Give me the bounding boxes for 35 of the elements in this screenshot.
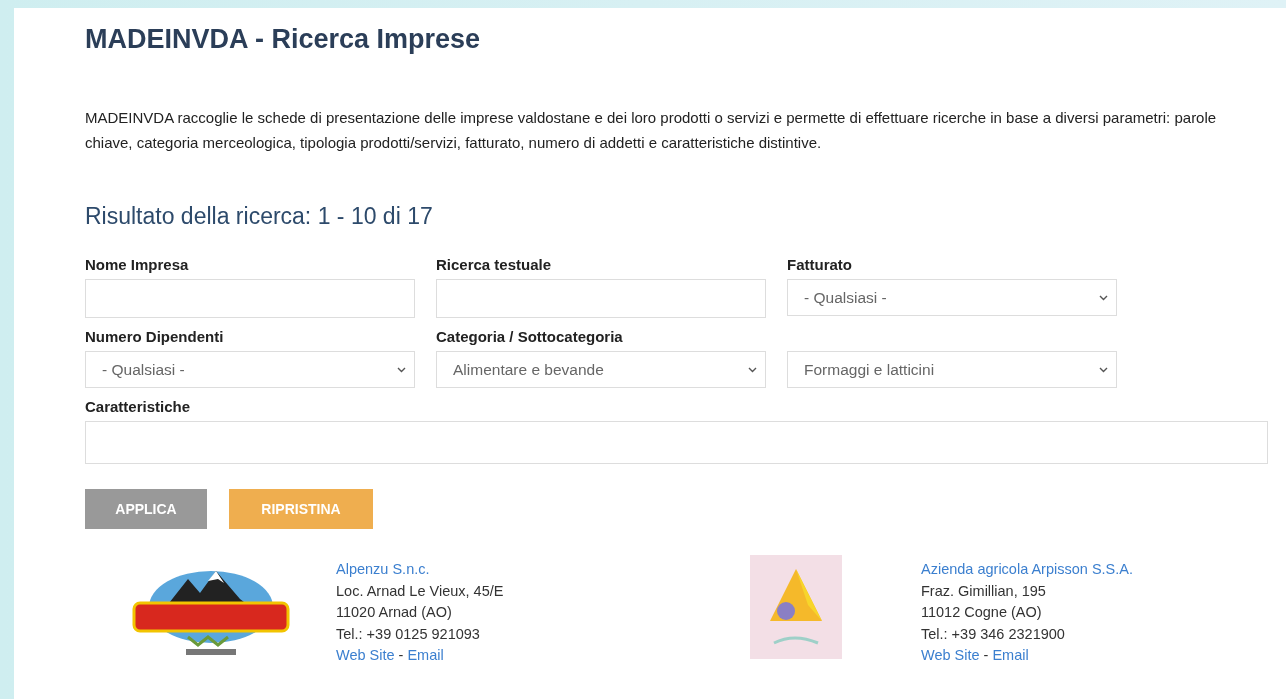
dropdown-field[interactable]: Alimentare e bevande [436, 351, 766, 388]
chevron-down-icon [397, 366, 406, 373]
page-description: MADEINVDA raccoglie le schede di presentazione delle imprese valdostane e dei loro prodotti o servizi e permette di effettuare ricerche in base a diversi parametri: parole chiave, categoria merceologica, tipologia prodotti/servizi, fatturato, numero di addetti e caratteristiche distintive. [85, 108, 1218, 153]
website-link[interactable]: Web Site [921, 645, 980, 667]
dropdown-field[interactable]: - Qualsiasi - [85, 351, 415, 388]
input-field[interactable] [85, 279, 415, 318]
field-label: Nome Impresa [85, 256, 190, 273]
link-separator: - [398, 646, 404, 665]
dropdown-field[interactable]: - Qualsiasi - [787, 279, 1117, 316]
page-title: MADEINVDA - Ricerca Imprese [85, 24, 482, 55]
chevron-down-icon [1099, 294, 1108, 301]
company-phone: Tel.: +39 0125 921093 [336, 624, 481, 644]
chevron-down-icon [1099, 366, 1108, 373]
company-address: Fraz. Gimillian, 195 [921, 581, 1047, 601]
dropdown-field[interactable]: Formaggi e latticini [787, 351, 1117, 388]
field-label: Numero Dipendenti [85, 328, 225, 345]
company-city: 11012 Cogne (AO) [921, 603, 1043, 622]
link-separator: - [983, 646, 989, 665]
website-link[interactable]: Web Site [336, 645, 395, 667]
company-address: Loc. Arnad Le Vieux, 45/E [336, 581, 504, 601]
company-name-link[interactable]: Alpenzu S.n.c. [336, 559, 504, 581]
field-label: Caratteristiche [85, 398, 192, 415]
email-link[interactable]: Email [992, 645, 1029, 667]
company-phone: Tel.: +39 346 2321900 [921, 624, 1066, 644]
company-name-link[interactable]: Azienda agricola Arpisson S.S.A. [921, 559, 1133, 581]
results-heading: Risultato della ricerca: 1 - 10 di 17 [85, 203, 434, 230]
email-link[interactable]: Email [407, 645, 444, 667]
input-field[interactable] [436, 279, 766, 318]
chevron-down-icon [748, 366, 757, 373]
company-city: 11020 Arnad (AO) [336, 603, 453, 622]
field-label: Categoria / Sottocategoria [436, 328, 624, 345]
apply-button[interactable]: APPLICA [85, 489, 207, 529]
input-field[interactable] [85, 421, 1268, 464]
field-label: Fatturato [787, 256, 853, 273]
field-label: Ricerca testuale [436, 256, 553, 273]
